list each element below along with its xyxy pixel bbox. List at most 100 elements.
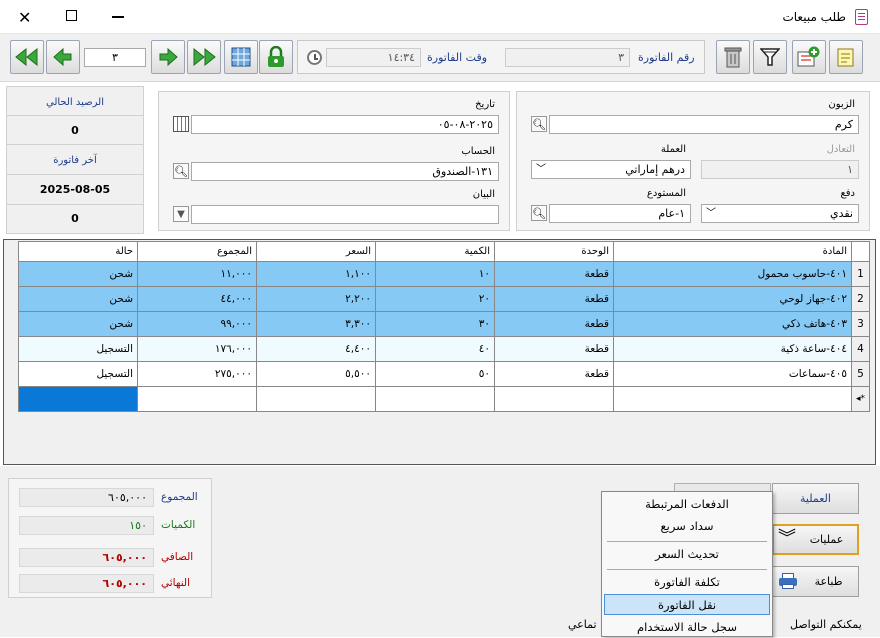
first-record-button[interactable] <box>10 40 44 74</box>
date-label: تاريخ <box>475 99 495 110</box>
net-label: الصافي <box>161 551 194 563</box>
close-icon[interactable]: ✕ <box>18 8 31 27</box>
minimize-icon[interactable] <box>112 16 124 18</box>
account-field[interactable]: ١٣١-الصندوق <box>191 162 499 181</box>
cell-status[interactable]: التسجيل <box>18 361 138 387</box>
statement-field[interactable] <box>191 205 499 224</box>
menu-item-linked-payments[interactable]: الدفعات المرتبطة <box>604 494 770 515</box>
print-button[interactable]: طباعة <box>772 566 859 597</box>
cell-unit[interactable]: قطعة <box>494 261 614 287</box>
cell-price[interactable]: ٣,٣٠٠ <box>256 311 376 337</box>
last-invoice-date: 2025-08-05 <box>39 183 111 196</box>
active-cell[interactable] <box>18 386 138 412</box>
cell-item[interactable]: ٤٠٥-سماعات <box>613 361 852 387</box>
net-value: ٦٠٥,٠٠٠ <box>19 548 154 567</box>
cell-item[interactable]: ٤٠٣-هاتف ذكي <box>613 311 852 337</box>
cell-qty[interactable]: ٥٠ <box>375 361 495 387</box>
cell-total[interactable]: ٩٩,٠٠٠ <box>137 311 257 337</box>
items-grid: المادة الوحدة الكمية السعر المجموع حالة … <box>3 239 876 465</box>
cell-status[interactable]: التسجيل <box>18 336 138 362</box>
filter-button[interactable] <box>753 40 787 74</box>
maximize-icon[interactable] <box>66 10 77 21</box>
cell-qty[interactable]: ٢٠ <box>375 286 495 312</box>
delete-button[interactable] <box>716 40 750 74</box>
cell-total[interactable]: ٢٧٥,٠٠٠ <box>137 361 257 387</box>
cell-qty[interactable]: ٣٠ <box>375 311 495 337</box>
cell-item[interactable]: ٤٠٢-جهاز لوحي <box>613 286 852 312</box>
payment-value: نقدي <box>829 207 853 220</box>
title-bar: ✕ طلب مبيعات <box>0 0 880 34</box>
new-row-marker: *◂ <box>850 386 871 412</box>
note-icon <box>837 48 854 67</box>
rate-field: ١ <box>701 160 859 179</box>
chevron-down-icon: ﹀ <box>706 208 716 219</box>
cell-unit[interactable]: قطعة <box>494 336 614 362</box>
payment-select[interactable]: نقدي ﹀ <box>701 204 859 223</box>
col-unit[interactable]: الوحدة <box>494 241 614 262</box>
cell-price[interactable]: ٤,٤٠٠ <box>256 336 376 362</box>
cell-qty[interactable]: ١٠ <box>375 261 495 287</box>
operations-button[interactable]: عمليات ︾ <box>772 524 859 555</box>
cell-unit[interactable]: قطعة <box>494 286 614 312</box>
cell-status[interactable]: شحن <box>18 261 138 287</box>
col-qty[interactable]: الكمية <box>375 241 495 262</box>
new-row[interactable]: *◂ <box>18 386 871 412</box>
menu-item-usage-status-log[interactable]: سجل حالة الاستخدام <box>604 617 770 638</box>
warehouse-search-button[interactable]: 🔍︎ <box>531 205 547 221</box>
menu-separator <box>607 541 767 542</box>
menu-item-transfer-invoice[interactable]: نقل الفاتورة <box>604 594 770 615</box>
next-record-button[interactable] <box>151 40 185 74</box>
clock-icon <box>307 50 322 65</box>
last-record-button[interactable] <box>187 40 221 74</box>
table-row[interactable]: 1 ٤٠١-حاسوب محمول قطعة ١٠ ١,١٠٠ ١١,٠٠٠ ش… <box>18 261 871 287</box>
menu-item-invoice-cost[interactable]: تكلفة الفاتورة <box>604 572 770 593</box>
col-total[interactable]: المجموع <box>137 241 257 262</box>
lock-button[interactable] <box>259 40 293 74</box>
cell-price[interactable]: ٢,٢٠٠ <box>256 286 376 312</box>
invoice-number-label: رقم الفاتورة <box>638 51 695 64</box>
col-item[interactable]: المادة <box>613 241 852 262</box>
new-record-button[interactable] <box>792 40 826 74</box>
currency-select[interactable]: درهم إماراتي ﹀ <box>531 160 691 179</box>
last-invoice-label: آخر فاتورة <box>53 155 97 166</box>
cell-total[interactable]: ١٧٦,٠٠٠ <box>137 336 257 362</box>
table-row[interactable]: 5 ٤٠٥-سماعات قطعة ٥٠ ٥,٥٠٠ ٢٧٥,٠٠٠ التسج… <box>18 361 871 387</box>
date-field[interactable]: ٢٠٢٥-٠٨-٠٥ <box>191 115 499 134</box>
cell-item[interactable]: ٤٠٤-ساعة ذكية <box>613 336 852 362</box>
cell-item[interactable]: ٤٠١-حاسوب محمول <box>613 261 852 287</box>
cell-status[interactable]: شحن <box>18 286 138 312</box>
col-status[interactable]: حالة <box>18 241 138 262</box>
cell-total[interactable]: ٤٤,٠٠٠ <box>137 286 257 312</box>
cell-status[interactable]: شحن <box>18 311 138 337</box>
items-table: المادة الوحدة الكمية السعر المجموع حالة … <box>18 241 871 412</box>
table-row[interactable]: 4 ٤٠٤-ساعة ذكية قطعة ٤٠ ٤,٤٠٠ ١٧٦,٠٠٠ ال… <box>18 336 871 362</box>
account-search-button[interactable]: 🔍︎ <box>173 163 189 179</box>
cell-qty[interactable]: ٤٠ <box>375 336 495 362</box>
table-row[interactable]: 3 ٤٠٣-هاتف ذكي قطعة ٣٠ ٣,٣٠٠ ٩٩,٠٠٠ شحن <box>18 311 871 337</box>
invoice-time-field: ١٤:٣٤ <box>326 48 421 67</box>
payment-label: دفع <box>840 188 855 199</box>
menu-item-quick-payment[interactable]: سداد سريع <box>604 516 770 537</box>
cell-unit[interactable]: قطعة <box>494 311 614 337</box>
cell-price[interactable]: ٥,٥٠٠ <box>256 361 376 387</box>
warehouse-field[interactable]: ١-عام <box>549 204 691 223</box>
customer-field[interactable]: كرم <box>549 115 859 134</box>
rate-label: التعادل <box>826 144 855 155</box>
toolbar: ٣ ١٤:٣٤ وقت الفاتورة ٣ رقم الفاتورة <box>0 34 880 82</box>
magnifier-icon: 🔍︎ <box>174 164 188 178</box>
grid-view-button[interactable] <box>224 40 258 74</box>
record-number-field[interactable]: ٣ <box>84 48 146 67</box>
menu-item-update-price[interactable]: تحديث السعر <box>604 544 770 565</box>
table-row[interactable]: 2 ٤٠٢-جهاز لوحي قطعة ٢٠ ٢,٢٠٠ ٤٤,٠٠٠ شحن <box>18 286 871 312</box>
magnifier-icon: 🔍︎ <box>532 206 546 220</box>
customer-search-button[interactable]: 🔍︎ <box>531 116 547 132</box>
statement-dropdown-button[interactable]: ▼ <box>173 206 189 222</box>
cell-total[interactable]: ١١,٠٠٠ <box>137 261 257 287</box>
prev-record-button[interactable] <box>46 40 80 74</box>
col-price[interactable]: السعر <box>256 241 376 262</box>
cell-unit[interactable]: قطعة <box>494 361 614 387</box>
process-button[interactable]: العملية <box>772 483 859 514</box>
notes-button[interactable] <box>829 40 863 74</box>
cell-price[interactable]: ١,١٠٠ <box>256 261 376 287</box>
calendar-icon[interactable] <box>173 116 189 132</box>
